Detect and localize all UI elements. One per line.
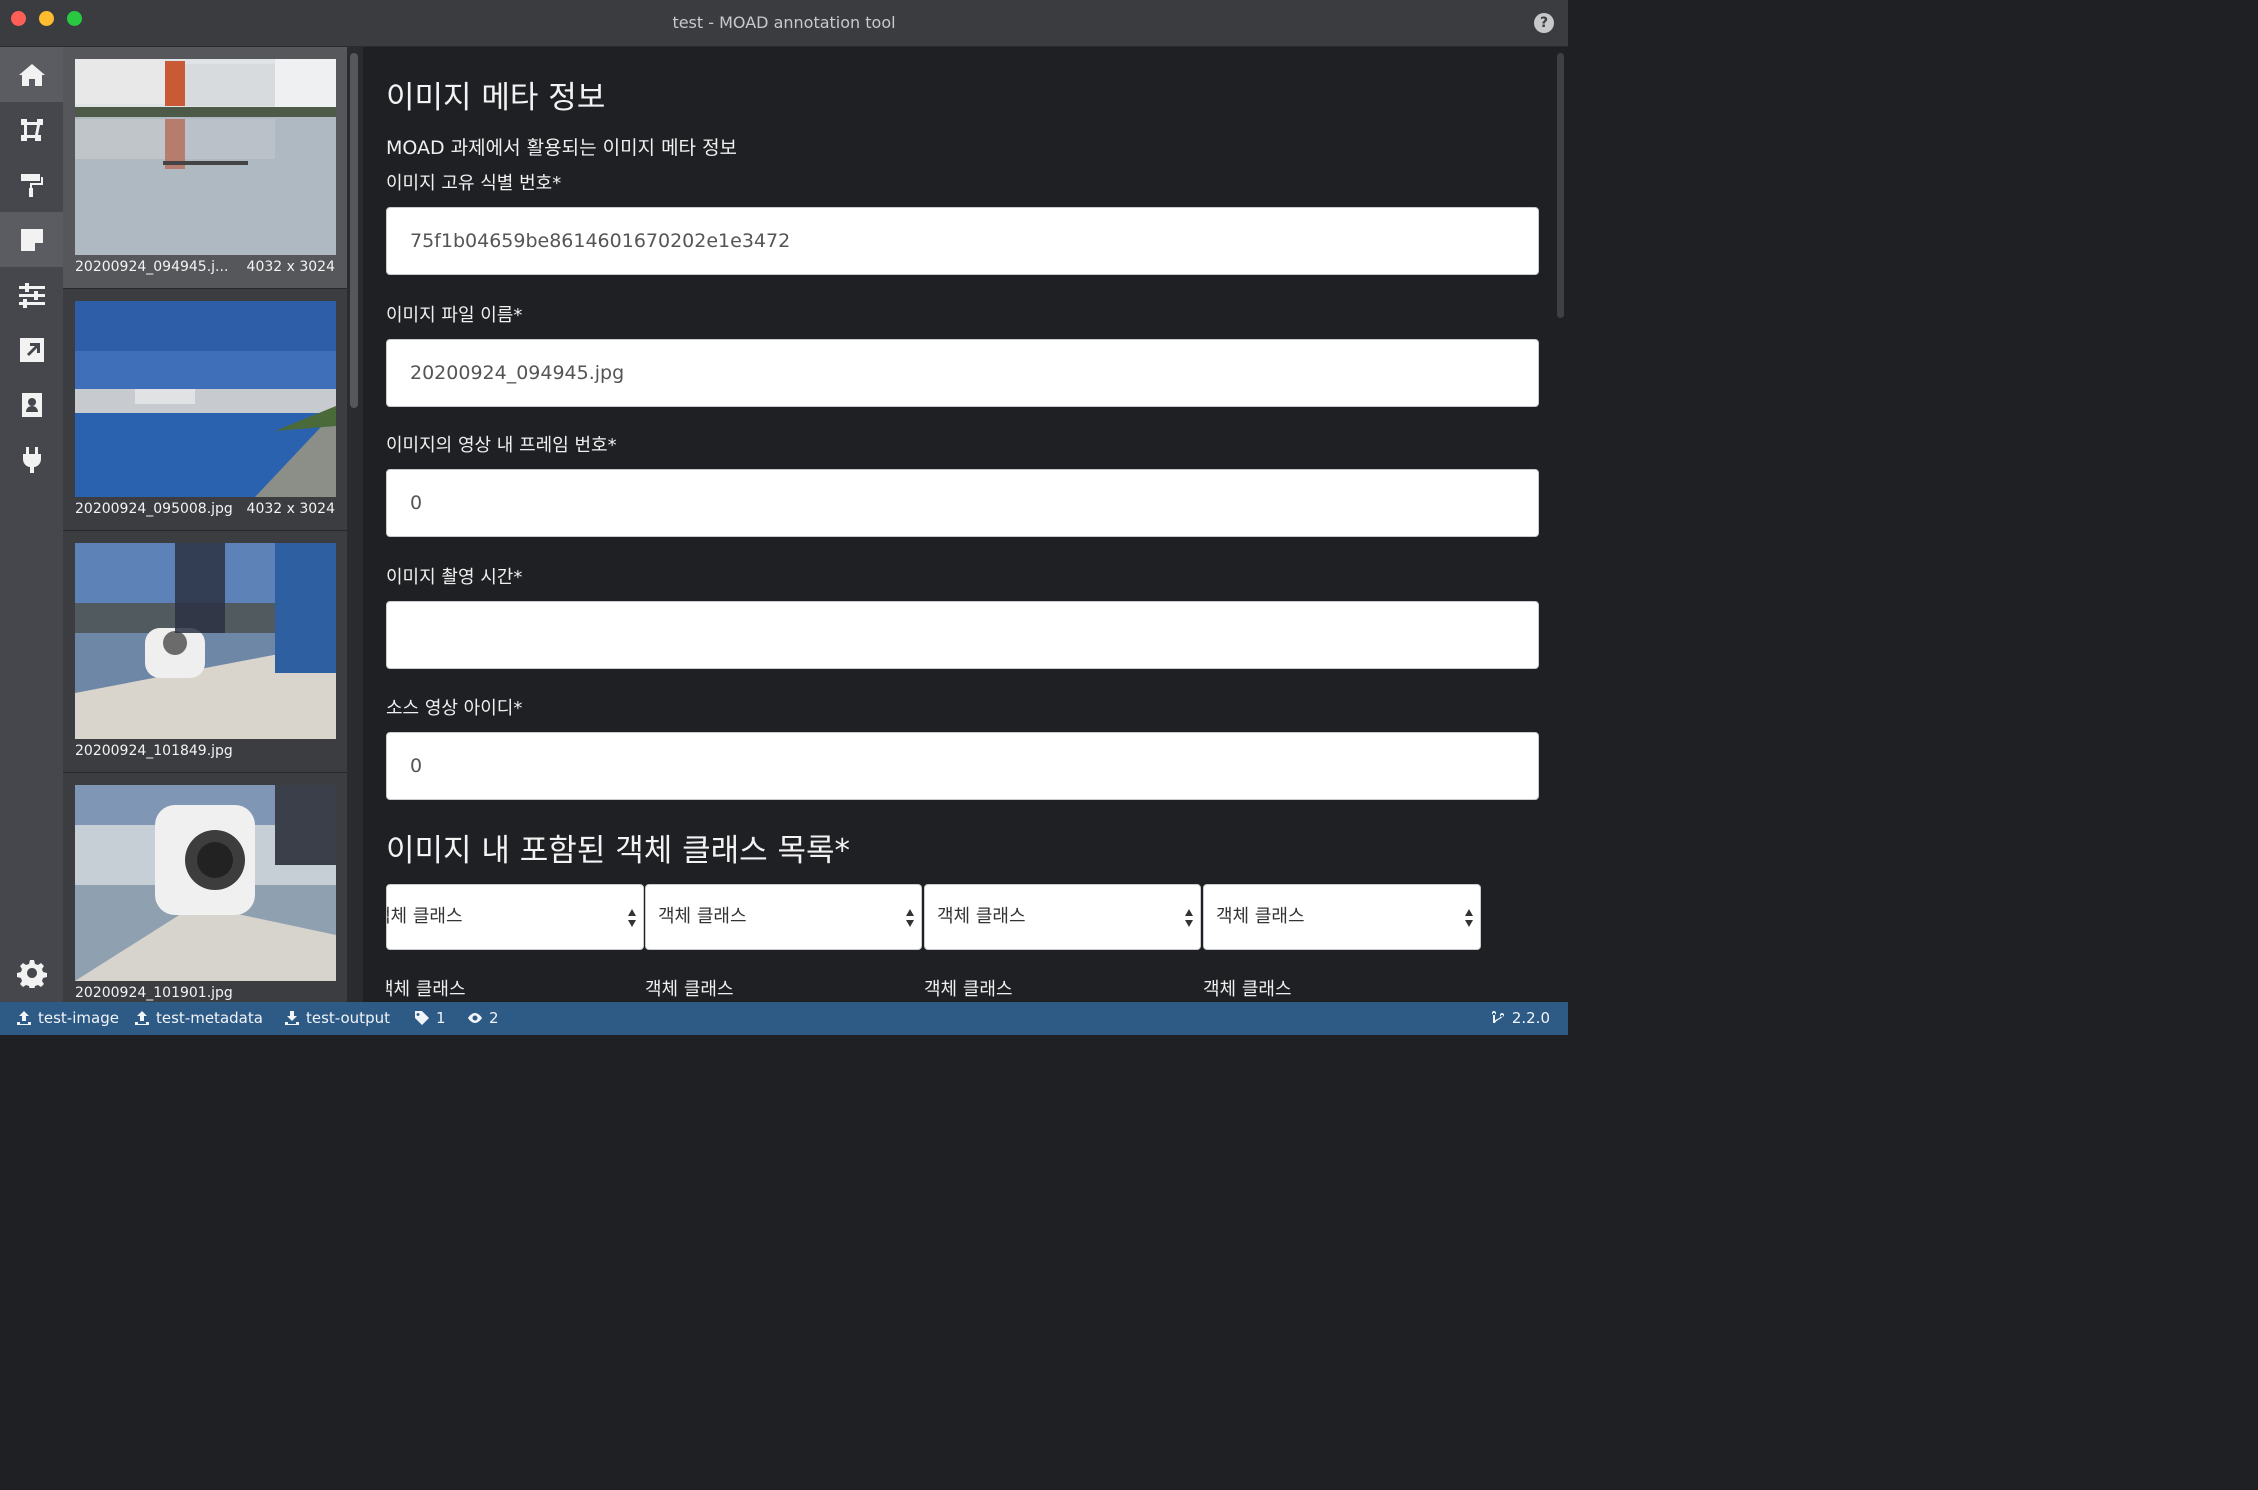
tag-count-label: 1 <box>436 1009 446 1027</box>
image-filename-field[interactable]: 20200924_094945.jpg <box>386 339 1539 407</box>
output-dir-label: test-output <box>306 1009 390 1027</box>
class-select-value: 객체 클래스 <box>387 906 463 927</box>
upload-icon <box>135 1011 149 1025</box>
sidebar-item-paint[interactable] <box>0 157 63 212</box>
contact-icon <box>21 392 42 417</box>
view-count[interactable]: 2 <box>467 1009 499 1027</box>
version-indicator: 2.2.0 <box>1490 1009 1550 1027</box>
thumbnail-filename: 20200924_095008.jpg <box>75 501 233 517</box>
class-select-label: 객체 클래스 <box>1203 979 1292 1000</box>
sliders-icon <box>18 282 45 308</box>
image-dir-button[interactable]: test-image <box>16 1009 119 1027</box>
sidebar-item-plug[interactable] <box>0 432 63 487</box>
tag-count[interactable]: 1 <box>414 1009 446 1027</box>
image-dir-label: test-image <box>38 1009 119 1027</box>
capture-time-label: 이미지 촬영 시간* <box>386 567 523 588</box>
sidebar-item-note[interactable] <box>0 212 63 267</box>
source-video-id-field[interactable]: 0 <box>386 732 1539 800</box>
select-arrows-icon <box>906 909 914 927</box>
thumbnail-filename: 20200924_101901.jpg <box>75 985 233 1001</box>
app-window: test - MOAD annotation tool ? 20200924_0… <box>0 0 1568 1035</box>
image-filename-label: 이미지 파일 이름* <box>386 305 523 326</box>
output-dir-button[interactable]: test-output <box>284 1009 390 1027</box>
paint-roller-icon <box>20 173 43 197</box>
status-bar: test-image test-metadata test-output 1 2… <box>0 1002 1568 1035</box>
plug-icon <box>22 446 41 473</box>
class-select-value: 객체 클래스 <box>658 906 747 927</box>
class-select-label: 객체 클래스 <box>924 979 1013 1000</box>
branch-icon <box>1491 1011 1504 1023</box>
select-arrows-icon <box>1185 909 1193 927</box>
gear-icon <box>16 959 47 988</box>
class-select-value: 객체 클래스 <box>937 906 1026 927</box>
upload-icon <box>17 1011 31 1025</box>
thumbnail-dimensions: 4032 x 3024 <box>246 501 335 517</box>
thumbnail-scrollbar[interactable] <box>347 47 363 1002</box>
icon-sidebar <box>0 47 63 1002</box>
thumbnail-item[interactable]: 20200924_095008.jpg 4032 x 3024 <box>63 289 347 531</box>
export-icon <box>19 337 44 362</box>
meta-form: 이미지 메타 정보 MOAD 과제에서 활용되는 이미지 메타 정보 이미지 고… <box>363 47 1554 1002</box>
image-id-field[interactable]: 75f1b04659be8614601670202e1e3472 <box>386 207 1539 275</box>
thumbnail-scrollbar-knob[interactable] <box>350 53 358 408</box>
class-select-label: 객체 클래스 <box>645 979 734 1000</box>
thumbnail-list: 20200924_094945.j... 4032 x 3024 2020092… <box>63 47 347 1002</box>
capture-time-field[interactable] <box>386 601 1539 669</box>
sidebar-item-contact[interactable] <box>0 377 63 432</box>
settings-button[interactable] <box>0 945 63 1000</box>
class-select[interactable]: 객체 클래스 <box>1203 884 1481 950</box>
note-icon <box>20 228 43 251</box>
download-icon <box>285 1011 299 1025</box>
thumbnail-image <box>75 543 336 739</box>
thumbnail-filename: 20200924_094945.j... <box>75 259 229 275</box>
class-select[interactable]: 객체 클래스 <box>386 884 644 950</box>
help-icon[interactable]: ? <box>1534 13 1554 33</box>
thumbnail-dimensions: 4032 x 3024 <box>246 259 335 275</box>
polygon-icon <box>20 118 43 141</box>
eye-icon <box>468 1013 482 1023</box>
sidebar-item-export[interactable] <box>0 322 63 377</box>
select-arrows-icon <box>628 909 636 927</box>
frame-number-field[interactable]: 0 <box>386 469 1539 537</box>
thumbnail-item[interactable]: 20200924_101849.jpg <box>63 531 347 773</box>
thumbnail-image <box>75 301 336 497</box>
form-scrollbar[interactable] <box>1554 47 1568 1002</box>
image-id-label: 이미지 고유 식별 번호* <box>386 173 562 194</box>
home-icon <box>18 63 45 86</box>
window-title: test - MOAD annotation tool <box>672 13 896 32</box>
class-select[interactable]: 객체 클래스 <box>645 884 922 950</box>
form-scrollbar-knob[interactable] <box>1557 53 1564 318</box>
sidebar-item-polygon[interactable] <box>0 102 63 157</box>
version-label: 2.2.0 <box>1511 1009 1550 1027</box>
sidebar-item-sliders[interactable] <box>0 267 63 322</box>
thumbnail-image <box>75 59 336 255</box>
thumbnail-item[interactable]: 20200924_101901.jpg <box>63 773 347 1002</box>
metadata-dir-label: test-metadata <box>156 1009 263 1027</box>
class-select-value: 객체 클래스 <box>1216 906 1305 927</box>
class-select-label: 객체 클래스 <box>386 979 466 1000</box>
class-list-heading: 이미지 내 포함된 객체 클래스 목록* <box>386 833 851 869</box>
thumbnail-filename: 20200924_101849.jpg <box>75 743 233 759</box>
source-video-id-label: 소스 영상 아이디* <box>386 698 523 719</box>
select-arrows-icon <box>1465 909 1473 927</box>
class-select[interactable]: 객체 클래스 <box>924 884 1201 950</box>
frame-number-label: 이미지의 영상 내 프레임 번호* <box>386 435 617 456</box>
tag-icon <box>415 1011 429 1025</box>
thumbnail-item[interactable]: 20200924_094945.j... 4032 x 3024 <box>63 47 347 289</box>
metadata-dir-button[interactable]: test-metadata <box>134 1009 263 1027</box>
view-count-label: 2 <box>489 1009 499 1027</box>
form-heading: 이미지 메타 정보 <box>386 80 606 116</box>
thumbnail-image <box>75 785 336 981</box>
title-bar: test - MOAD annotation tool ? <box>0 0 1568 47</box>
form-description: MOAD 과제에서 활용되는 이미지 메타 정보 <box>386 137 738 159</box>
sidebar-item-home[interactable] <box>0 47 63 102</box>
